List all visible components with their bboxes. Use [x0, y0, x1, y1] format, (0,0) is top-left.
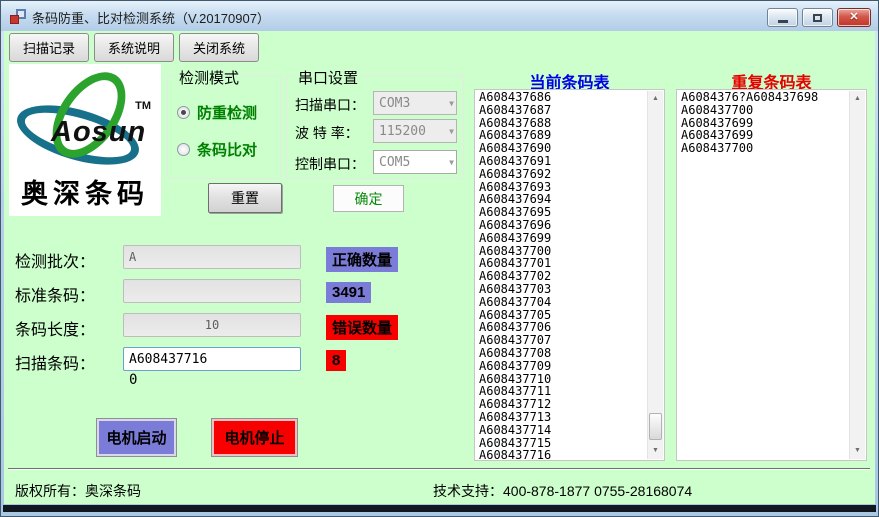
scan-port-combo: COM3 ▼ — [373, 91, 457, 115]
current-list-scrollbar[interactable]: ▲ ▼ — [647, 91, 663, 459]
list-item[interactable]: A608437700 — [677, 104, 848, 117]
toolbar: 扫描记录系统说明关闭系统 — [9, 33, 259, 62]
control-port-value: COM5 — [379, 155, 410, 170]
minimize-button[interactable] — [767, 8, 798, 27]
chevron-down-icon: ▼ — [449, 127, 454, 136]
toolbar-button[interactable]: 扫描记录 — [9, 33, 89, 62]
serial-settings-title: 串口设置 — [295, 67, 361, 88]
list-item[interactable]: A608437708 — [475, 347, 646, 360]
detection-mode-group: 检测模式 防重检测 条码比对 — [167, 75, 281, 179]
confirm-button[interactable]: 确定 — [333, 185, 404, 212]
list-item[interactable]: A608437696 — [475, 219, 646, 232]
titlebar: 条码防重、比对检测系统（V.20170907） ✕ — [1, 1, 878, 31]
standard-barcode-label: 标准条码： — [15, 282, 95, 306]
list-item[interactable]: A608437703 — [475, 283, 646, 296]
scroll-up-icon[interactable]: ▲ — [648, 91, 663, 107]
radio-barcode-compare-label: 条码比对 — [197, 139, 257, 160]
logo-brand-text: Aosun — [51, 116, 146, 149]
client-area: 扫描记录系统说明关闭系统 Aosun TM 奥深条码 检测模式 防重检测 条码比… — [4, 31, 875, 504]
window-controls: ✕ — [767, 8, 871, 27]
statusbar-divider — [8, 468, 870, 470]
current-barcode-list[interactable]: A608437686A608437687A608437688A608437689… — [474, 89, 665, 461]
motor-stop-button[interactable]: 电机停止 — [211, 418, 298, 457]
list-item[interactable]: A608437716 — [475, 449, 646, 461]
copyright-text: 版权所有：奥深条码 — [15, 481, 141, 501]
correct-count-label: 正确数量 — [326, 247, 398, 272]
list-item[interactable]: A6084376?A608437698 — [677, 91, 848, 104]
chevron-down-icon: ▼ — [449, 99, 454, 108]
close-icon: ✕ — [849, 12, 858, 23]
radio-anti-duplicate[interactable]: 防重检测 — [177, 102, 257, 123]
radio-unchecked-icon — [177, 143, 190, 156]
close-button[interactable]: ✕ — [837, 8, 871, 27]
list-item[interactable]: A608437699 — [475, 232, 646, 245]
scan-barcode-input[interactable] — [123, 347, 301, 371]
scroll-down-icon[interactable]: ▼ — [648, 443, 663, 459]
aosun-logo: Aosun TM 奥深条码 — [9, 64, 161, 216]
minimize-icon — [778, 20, 788, 23]
current-barcode-items: A608437686A608437687A608437688A608437689… — [475, 91, 646, 460]
control-port-row: 控制串口： COM5 ▼ — [295, 150, 457, 174]
window-title: 条码防重、比对检测系统（V.20170907） — [32, 8, 270, 27]
list-item[interactable]: A608437691 — [475, 155, 646, 168]
scan-barcode-label: 扫描条码： — [15, 350, 95, 374]
error-count-label: 错误数量 — [326, 315, 398, 340]
baud-rate-row: 波 特 率： 115200 ▼ — [295, 119, 457, 143]
toolbar-button[interactable]: 关闭系统 — [179, 33, 259, 62]
list-item[interactable]: A608437713 — [475, 411, 646, 424]
app-icon-red-square — [10, 15, 19, 24]
control-port-label: 控制串口： — [295, 154, 365, 174]
motor-start-button[interactable]: 电机启动 — [96, 418, 177, 457]
control-port-combo[interactable]: COM5 ▼ — [373, 150, 457, 174]
baud-rate-value: 115200 — [379, 124, 426, 139]
window-bottom-edge — [3, 505, 876, 512]
duplicate-barcode-items: A6084376?A608437698A608437700A608437699A… — [677, 91, 848, 460]
duplicate-barcode-list[interactable]: A6084376?A608437698A608437700A608437699A… — [676, 89, 867, 461]
batch-input — [123, 245, 301, 269]
list-item[interactable]: A608437704 — [475, 296, 646, 309]
maximize-button[interactable] — [802, 8, 833, 27]
scan-port-label: 扫描串口： — [295, 95, 365, 115]
logo-trademark: TM — [135, 100, 151, 112]
detection-mode-title: 检测模式 — [176, 67, 242, 88]
logo-caption: 奥深条码 — [9, 172, 161, 211]
scroll-up-icon[interactable]: ▲ — [850, 91, 865, 107]
app-icon — [10, 9, 26, 24]
scrollbar-thumb[interactable] — [649, 413, 662, 440]
duplicate-list-scrollbar[interactable]: ▲ ▼ — [849, 91, 865, 459]
list-item[interactable]: A608437700 — [677, 142, 848, 155]
radio-checked-icon — [177, 106, 190, 119]
list-item[interactable]: A608437686 — [475, 91, 646, 104]
list-item[interactable]: A608437687 — [475, 104, 646, 117]
radio-barcode-compare[interactable]: 条码比对 — [177, 139, 257, 160]
correct-count-value: 3491 — [326, 282, 371, 303]
scan-count-label: 0 — [129, 372, 137, 388]
scan-port-value: COM3 — [379, 96, 410, 111]
barcode-length-input — [123, 313, 301, 337]
serial-settings-group: 串口设置 扫描串口： COM3 ▼ 波 特 率： 115200 ▼ 控制串口： … — [286, 75, 464, 179]
app-window: 条码防重、比对检测系统（V.20170907） ✕ 扫描记录系统说明关闭系统 A… — [0, 0, 879, 517]
maximize-icon — [813, 14, 822, 22]
baud-rate-combo: 115200 ▼ — [373, 119, 457, 143]
scroll-down-icon[interactable]: ▼ — [850, 443, 865, 459]
list-item[interactable]: A608437712 — [475, 398, 646, 411]
radio-anti-duplicate-label: 防重检测 — [197, 102, 257, 123]
reset-button[interactable]: 重置 — [208, 183, 282, 213]
error-count-value: 8 — [326, 350, 346, 371]
tech-support-text: 技术支持：400-878-1877 0755-28168074 — [433, 481, 692, 501]
scan-port-row: 扫描串口： COM3 ▼ — [295, 91, 457, 115]
barcode-length-label: 条码长度： — [15, 316, 95, 340]
batch-label: 检测批次： — [15, 248, 95, 272]
chevron-down-icon: ▼ — [449, 158, 454, 167]
toolbar-button[interactable]: 系统说明 — [94, 33, 174, 62]
list-item[interactable]: A608437709 — [475, 360, 646, 373]
list-item[interactable]: A608437692 — [475, 168, 646, 181]
standard-barcode-input — [123, 279, 301, 303]
list-item[interactable]: A608437714 — [475, 424, 646, 437]
baud-rate-label: 波 特 率： — [295, 123, 359, 143]
